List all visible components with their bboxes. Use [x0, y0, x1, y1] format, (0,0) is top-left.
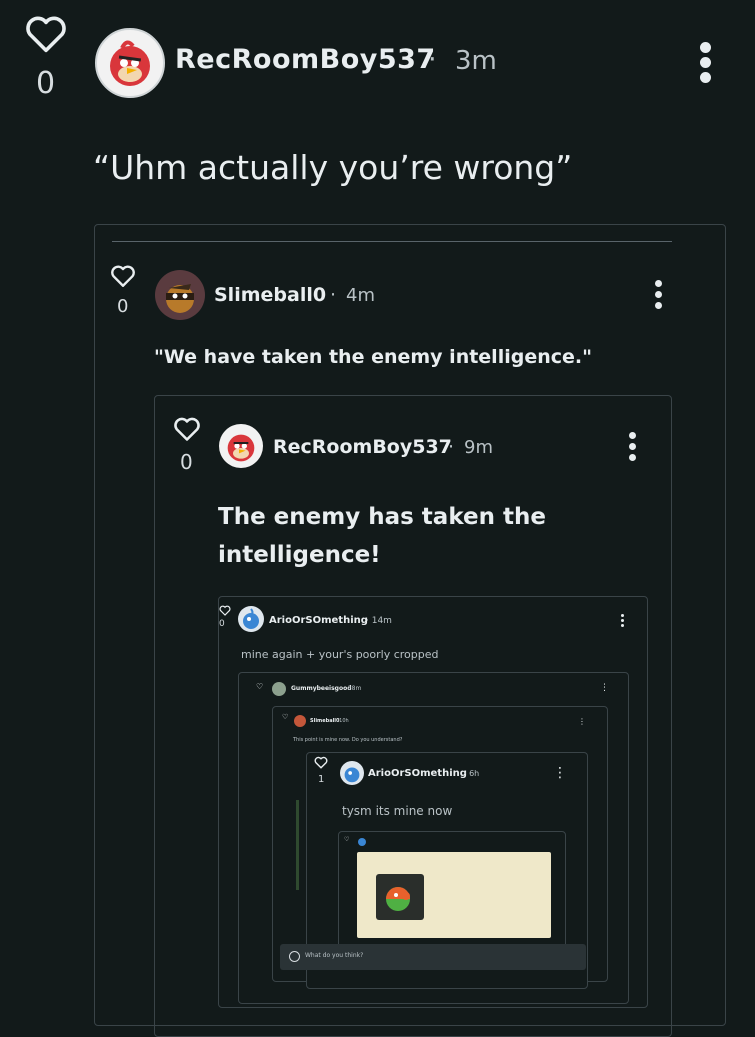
username[interactable]: ArioOrSOmething	[269, 615, 368, 626]
post-text: "We have taken the enemy intelligence."	[154, 346, 593, 368]
ninja-avatar-icon	[166, 284, 194, 313]
more-options-icon[interactable]	[700, 42, 711, 83]
separator: ·	[448, 436, 455, 458]
more-options-icon[interactable]	[621, 614, 624, 627]
more-options-icon[interactable]	[629, 432, 636, 461]
post-text-line-2: intelligence!	[218, 542, 381, 568]
post-text-line-1: The enemy has taken the	[218, 504, 546, 530]
post-text: “Uhm actually you’re wrong”	[93, 148, 573, 187]
post-time: 9m	[464, 437, 493, 458]
divider	[112, 241, 672, 242]
username[interactable]: Gummybeeisgood	[291, 685, 352, 692]
post-time: · 10h	[336, 718, 349, 724]
separator: ·	[428, 44, 437, 75]
more-options-icon[interactable]: ⋮	[553, 765, 567, 781]
post-time: 3m	[455, 46, 497, 76]
like-heart-icon[interactable]	[314, 756, 328, 769]
avatar[interactable]	[219, 424, 263, 468]
nested-post-image	[376, 874, 424, 920]
scrollbar[interactable]	[296, 800, 299, 890]
post-text: tysm its mine now	[342, 804, 453, 818]
avatar[interactable]	[155, 270, 205, 320]
comment-icon	[289, 951, 300, 962]
like-count: 0	[117, 296, 129, 317]
blue-creature-avatar-icon	[243, 608, 259, 629]
avatar[interactable]	[95, 28, 165, 98]
avatar[interactable]	[238, 606, 264, 632]
avatar[interactable]	[272, 682, 286, 696]
avatar[interactable]	[358, 838, 366, 846]
blue-creature-avatar-icon	[344, 767, 360, 783]
post-text: mine again + your's poorly cropped	[241, 648, 439, 661]
like-heart-icon[interactable]: ♡	[282, 713, 288, 721]
more-options-icon[interactable]: ⋮	[578, 717, 586, 726]
like-count: 0	[180, 450, 193, 474]
like-heart-icon[interactable]: ♡	[344, 836, 349, 843]
username[interactable]: ArioOrSOmething	[368, 768, 467, 779]
angry-bird-avatar-icon	[227, 434, 255, 462]
angry-bird-avatar-icon	[110, 40, 150, 86]
more-options-icon[interactable]: ⋮	[600, 683, 609, 693]
post-time: · 6h	[464, 769, 480, 778]
more-options-icon[interactable]	[655, 280, 662, 309]
like-heart-icon[interactable]	[219, 605, 231, 616]
comment-placeholder[interactable]: What do you think?	[305, 952, 363, 959]
like-count: 0	[36, 66, 56, 101]
username[interactable]: RecRoomBoy537	[273, 436, 452, 458]
post-text: This point is mine now. Do you understan…	[293, 737, 403, 743]
like-count: 1	[318, 774, 325, 785]
post-time: · 14m	[366, 616, 392, 626]
like-count: 0	[219, 619, 225, 629]
username[interactable]: RecRoomBoy537	[175, 44, 436, 75]
avatar[interactable]	[294, 715, 306, 727]
separator: ·	[330, 284, 337, 306]
avatar[interactable]	[340, 761, 364, 785]
like-heart-icon[interactable]: ♡	[256, 682, 263, 691]
username[interactable]: Slimeball0	[214, 284, 326, 306]
like-heart-icon[interactable]	[24, 14, 68, 54]
post-time: · 38m	[344, 685, 362, 692]
post-time: 4m	[346, 285, 375, 306]
like-heart-icon[interactable]	[173, 416, 201, 442]
like-heart-icon[interactable]	[110, 264, 136, 288]
